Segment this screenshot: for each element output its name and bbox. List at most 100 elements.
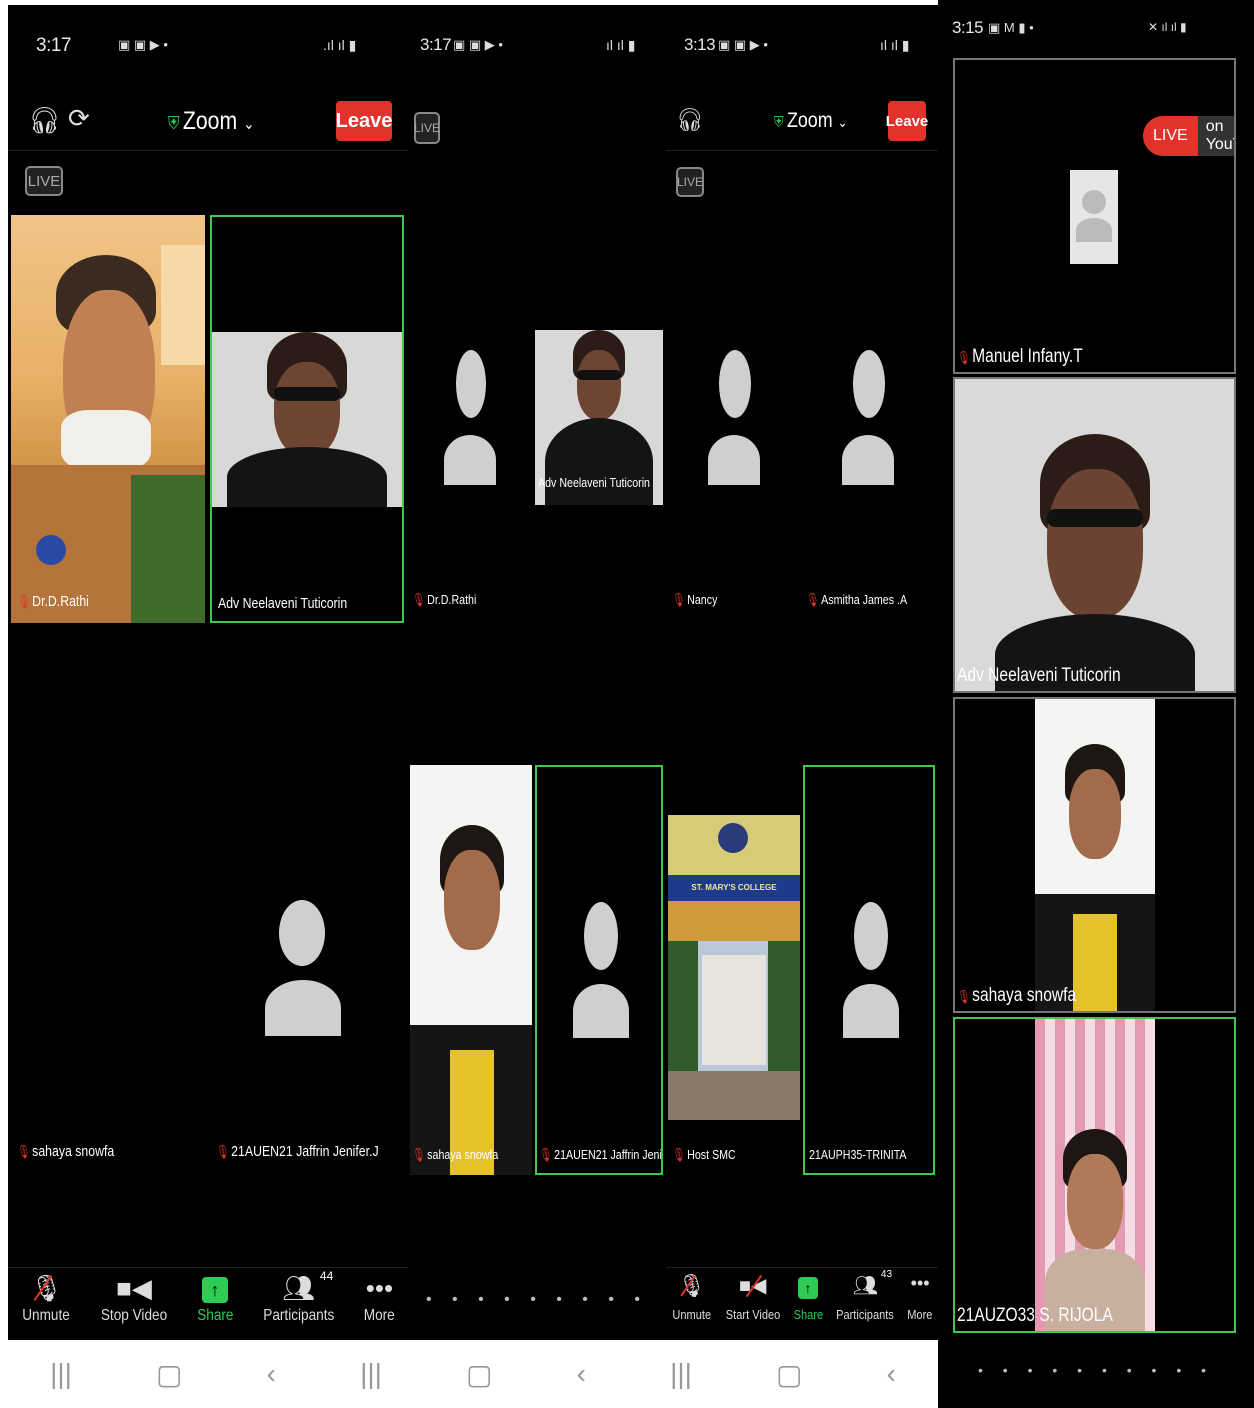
participant-name: Adv Neelaveni Tuticorin [218,595,348,612]
divider [8,1267,408,1268]
home-icon[interactable]: ▢ [156,1358,182,1391]
video-tile-rijola[interactable]: 21AUZO33 S. RIJOLA [953,1017,1236,1333]
back-icon[interactable]: ‹ [267,1358,276,1390]
recent-apps-icon[interactable]: ||| [670,1358,692,1390]
panel-4: 3:15 ▣ M ▮ • ✕ ıl ıl ▮ LIVE on YouTube 🎙… [938,0,1254,1408]
share-icon: ↑ [798,1273,818,1307]
signal-battery-icon: ✕ ıl ıl ▮ [1148,20,1187,34]
participants-icon: 👥︎ 43 [852,1269,893,1297]
avatar-placeholder [841,902,901,1042]
participant-name: 🎙︎ Nancy [672,592,718,607]
back-icon[interactable]: ‹ [577,1358,586,1390]
participant-name: 🎙︎sahaya snowfa [17,1143,115,1160]
avatar-placeholder [440,350,500,490]
recent-apps-icon[interactable]: ||| [360,1358,382,1390]
meeting-toolbar: 🎙︎ Unmute ■◀ Start Video ↑ Share 👥︎43 Pa… [666,1269,938,1333]
leave-button[interactable]: Leave [336,101,392,141]
signal-battery-icon: .ıl ıl ▮ [323,37,357,53]
video-tile-jaffrin[interactable]: 🎙︎21AUEN21 Jaffrin Jenifer.J [210,765,404,1173]
video-tile-host-smc[interactable]: ST. MARY'S COLLEGE 🎙︎ Host SMC [668,765,800,1175]
video-off-icon: ■◀ [739,1273,766,1307]
android-nav-bar: ||| ▢ ‹ ||| ▢ ‹ ||| ▢ ‹ [8,1340,938,1408]
video-tile-trinita[interactable]: 21AUPH35-TRINITA [803,765,935,1175]
more-button[interactable]: ••• More [905,1273,935,1322]
mic-off-icon: 🎙︎ [17,1144,31,1159]
mic-off-icon: 🎙︎ [806,592,820,607]
divider [666,150,938,151]
video-tile-neelaveni[interactable]: Adv Neelaveni Tuticorin [210,215,404,623]
video-tile-nancy[interactable]: 🎙︎ Nancy [668,330,798,620]
zoom-meeting-title[interactable]: ⛨ Zoom ⌄ [168,107,255,136]
avatar-placeholder [704,350,764,490]
page-indicator[interactable]: • • • • • • • • • • [938,1362,1254,1378]
headphone-icon[interactable]: 🎧︎ [28,105,61,136]
back-icon[interactable]: ‹ [887,1358,896,1390]
shield-icon: ⛨ [774,114,784,131]
camera-switch-icon[interactable]: ⟳ [68,103,90,134]
participants-icon: 👥︎ 44 [282,1269,334,1303]
live-badge: LIVE [25,166,63,196]
participant-name: 🎙︎ Dr.D.Rathi [412,592,477,607]
mic-off-icon: 🎙︎ [539,1147,553,1162]
more-icon: ••• [365,1273,394,1303]
participant-name: Adv Neelaveni Tuticorin [957,665,1121,686]
participant-name: 21AUPH35-TRINITA [809,1147,907,1162]
divider [666,1267,938,1268]
avatar-placeholder [1070,170,1118,264]
share-button[interactable]: ↑ Share [791,1273,826,1322]
shield-icon: ⛨ [168,113,180,133]
unmute-button[interactable]: 🎙︎ Unmute [18,1273,74,1325]
signal-battery-icon: ıl ıl ▮ [880,37,910,53]
video-tile-neelaveni[interactable]: Adv Neelaveni Tuticorin [953,377,1236,693]
home-icon[interactable]: ▢ [776,1358,802,1391]
status-time: 3:15 [952,18,984,37]
participant-video [1035,699,1155,1011]
stop-video-button[interactable]: ■◀ Stop Video [95,1273,173,1325]
page-indicator[interactable]: • • • • • • • • • [408,1291,666,1309]
participant-video [212,332,402,507]
mic-off-icon: 🎙︎ [29,1273,63,1303]
start-video-button[interactable]: ■◀ Start Video [721,1273,785,1322]
video-tile-sahaya[interactable]: 🎙︎sahaya snowfa [410,765,532,1175]
more-icon: ••• [910,1273,930,1293]
status-time: 3:13 [684,35,716,54]
panel-3: 3:13 ▣ ▣ ▶ • ıl ıl ▮ 🎧︎ ⛨ Zoom ⌄ Leave LI… [666,5,938,1340]
participant-count: 44 [319,1269,334,1283]
video-tile-jaffrin[interactable]: 🎙︎21AUEN21 Jaffrin Jenifer.J [535,765,663,1175]
participant-video [11,215,205,623]
participant-name: 21AUZO33 S. RIJOLA [957,1305,1113,1326]
participants-button[interactable]: 👥︎ 44 Participants [257,1269,341,1325]
home-icon[interactable]: ▢ [466,1358,492,1391]
mic-off-icon: 🎙︎ [412,1147,426,1162]
share-button[interactable]: ↑ Share [194,1273,237,1325]
video-tile-manuel[interactable]: LIVE on YouTube 🎙︎Manuel Infany.T [953,58,1236,374]
video-tile-rathi[interactable]: 🎙︎ Dr.D.Rathi [11,215,205,623]
mic-off-icon: 🎙︎ [672,592,686,607]
participant-name: 🎙︎sahaya snowfa [957,985,1077,1006]
video-icon: ■◀ [116,1273,152,1303]
divider [8,150,408,151]
video-tile-asmitha[interactable]: 🎙︎ Asmitha James .A [802,330,936,620]
participant-name: 🎙︎ Asmitha James .A [806,592,908,607]
participants-button[interactable]: 👥︎ 43 Participants [831,1269,899,1322]
more-button[interactable]: ••• More [361,1273,397,1325]
live-on-youtube[interactable]: LIVE on YouTube [1143,116,1234,156]
youtube-live-badge: LIVE [1143,116,1198,156]
video-tile-rathi[interactable]: 🎙︎ Dr.D.Rathi [410,330,532,620]
status-icons: ▣ M ▮ • [988,20,1034,35]
video-tile-neelaveni[interactable]: Adv Neelaveni Tuticorin [535,330,663,505]
panel-1: 3:17 ▣ ▣ ▶ • .ıl ıl ▮ 🎧︎ ⟳ ⛨ Zoom ⌄ Leave… [8,5,408,1340]
mic-off-icon: 🎙︎ [957,350,971,365]
leave-button[interactable]: Leave [886,101,928,141]
avatar-placeholder [265,900,345,1040]
avatar-placeholder [571,902,631,1042]
video-tile-sahaya[interactable]: 🎙︎sahaya snowfa [11,765,205,1173]
participant-video [410,765,532,1175]
recent-apps-icon[interactable]: ||| [50,1358,72,1390]
participant-video [955,379,1234,691]
participant-video [1035,1019,1155,1331]
zoom-meeting-title[interactable]: ⛨ Zoom ⌄ [774,109,848,133]
video-tile-sahaya[interactable]: 🎙︎sahaya snowfa [953,697,1236,1013]
headphone-icon[interactable]: 🎧︎ [676,107,704,133]
unmute-button[interactable]: 🎙︎ Unmute [669,1273,715,1322]
